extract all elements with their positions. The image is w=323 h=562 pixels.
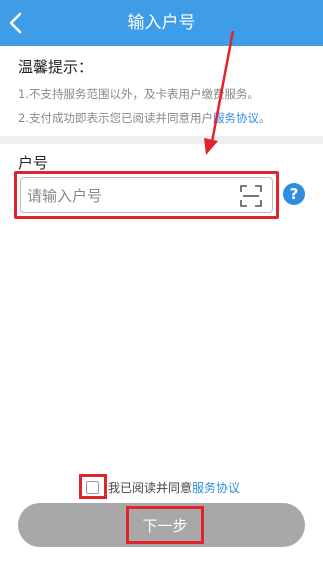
tip-line-1: 1.不支持服务范围以外，及卡表用户缴费服务。 — [18, 87, 259, 101]
agreement-checkbox[interactable] — [79, 474, 107, 499]
tip-line-2-end: 。 — [258, 111, 271, 125]
section-divider — [0, 136, 323, 144]
scan-icon[interactable] — [240, 185, 262, 207]
tip-line-2-text: 2.支付成功即表示您已阅读并同意用户 — [18, 111, 213, 125]
account-number-input[interactable] — [27, 182, 227, 210]
agreement-service-link[interactable]: 服务协议 — [192, 481, 240, 495]
header-bar: 输入户号 — [0, 0, 323, 46]
account-label: 户号 — [18, 154, 49, 172]
service-agreement-link[interactable]: 服务协议 — [213, 111, 259, 125]
agreement-text: 我已阅读并同意服务协议 — [108, 479, 240, 496]
account-input-frame — [20, 177, 273, 213]
account-input-highlight — [14, 171, 279, 219]
help-icon[interactable]: ? — [283, 183, 305, 205]
page-title: 输入户号 — [127, 13, 196, 33]
annotation-arrow — [204, 30, 235, 155]
agreement-label: 我已阅读并同意 — [108, 481, 193, 495]
next-step-button[interactable]: 下一步 — [18, 503, 305, 547]
tip-line-2: 2.支付成功即表示您已阅读并同意用户服务协议。 — [18, 110, 270, 126]
next-step-label: 下一步 — [126, 506, 204, 544]
checkbox-square — [86, 481, 99, 494]
tips-heading: 温馨提示： — [18, 58, 94, 76]
